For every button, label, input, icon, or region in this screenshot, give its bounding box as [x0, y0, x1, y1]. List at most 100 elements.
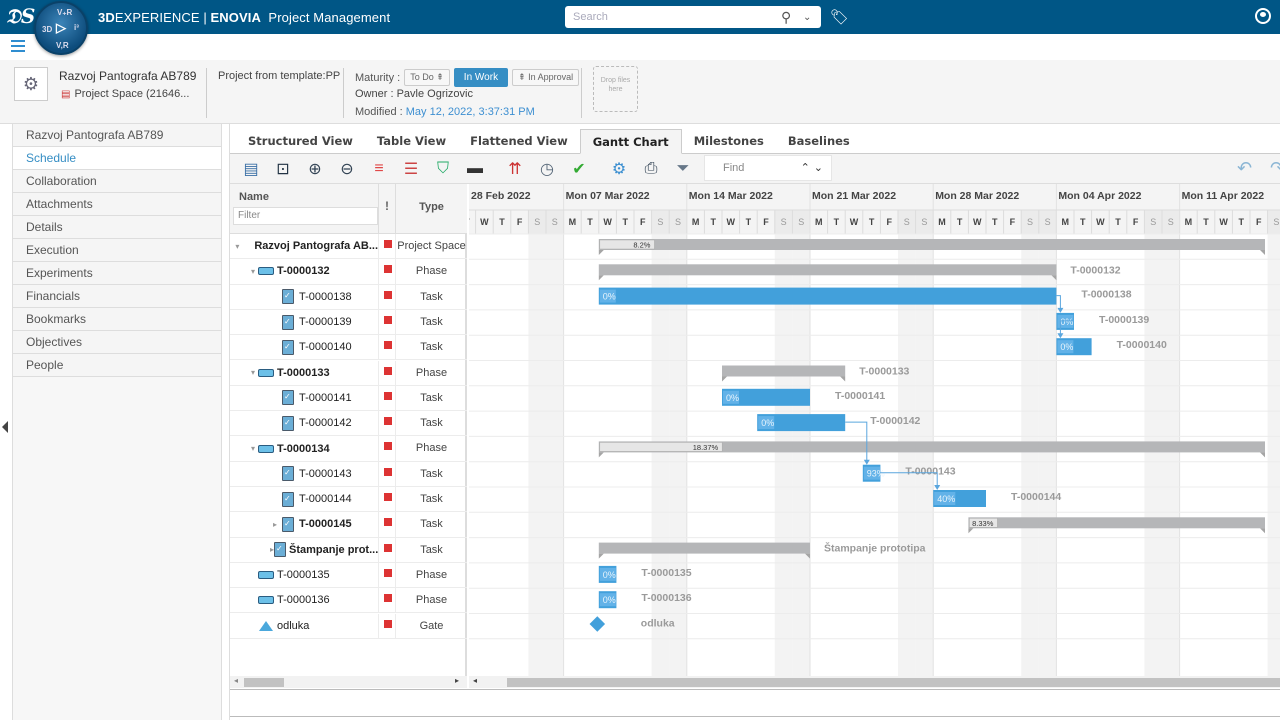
maturity-next-button[interactable]: ⇞ In Approval [512, 69, 580, 86]
row-name[interactable]: T-0000142 [299, 417, 352, 429]
gantt-bar-summary: 8.33% [968, 517, 1265, 534]
settings-icon[interactable]: ⚙ [608, 158, 630, 180]
row-name[interactable]: T-0000140 [299, 341, 352, 353]
find-nav-arrows[interactable]: ⌃⌄ [801, 156, 827, 180]
table-row[interactable]: ▾ T-0000133 Phase [230, 360, 467, 386]
table-row[interactable]: ▸ T-0000145 Task [230, 512, 467, 538]
edit-icon[interactable]: ▤ [240, 158, 262, 180]
row-name[interactable]: T-0000138 [299, 291, 352, 303]
row-name[interactable]: T-0000141 [299, 392, 352, 404]
maturity-current-button[interactable]: In Work [453, 68, 509, 87]
table-row[interactable]: ▾ Razvoj Pantografa AB... Project Space [230, 234, 467, 260]
day-letter: S [798, 217, 804, 227]
sidebar-item-experiments[interactable]: Experiments [13, 262, 221, 285]
tag-icon[interactable]: 🏷︎ [830, 8, 849, 26]
maturity-prev-button[interactable]: To Do ⇞ [404, 69, 450, 86]
table-row[interactable]: ▸Štampanje prot... Task [230, 537, 467, 563]
day-letter: S [781, 217, 787, 227]
dassault-logo-icon[interactable]: 𝔇S [6, 4, 35, 28]
zoom-out-icon[interactable]: ⊖ [336, 158, 358, 180]
table-row[interactable]: T-0000140 Task [230, 335, 467, 361]
column-header-type[interactable]: Type [396, 184, 467, 234]
file-drop-zone[interactable]: Drop files here [593, 66, 638, 112]
collapse-row-icon[interactable]: ▾ [248, 267, 258, 276]
flag-cell [378, 613, 396, 638]
sidebar-item-schedule[interactable]: Schedule [13, 147, 221, 170]
row-name[interactable]: T-0000145 [299, 518, 352, 530]
find-input[interactable]: Find ⌃⌄ [704, 155, 832, 181]
column-header-name[interactable]: Name [239, 191, 269, 203]
table-row[interactable]: T-0000135 Phase [230, 562, 467, 589]
compass-icon[interactable]: V₊R 3D ▷ i³ V,R [34, 1, 88, 55]
table-row[interactable]: T-0000138 Task [230, 284, 467, 310]
row-name[interactable]: Razvoj Pantografa AB... [254, 240, 378, 252]
row-name[interactable]: T-0000136 [277, 594, 330, 606]
grid-horizontal-scrollbar[interactable]: ◂ ▸ [230, 676, 467, 688]
tab-flattened-view[interactable]: Flattened View [458, 129, 580, 154]
table-row[interactable]: odluka Gate [230, 613, 467, 639]
search-icon[interactable]: ⚲ [781, 9, 803, 26]
sidebar-item-razvoj-pantografa-ab789[interactable]: Razvoj Pantografa AB789 [13, 124, 221, 147]
row-name[interactable]: T-0000133 [277, 367, 330, 379]
table-row[interactable]: T-0000142 Task [230, 411, 467, 437]
day-letter: T [957, 217, 963, 227]
hide-baseline-icon[interactable]: ▬ [464, 158, 486, 180]
approve-tasks-icon[interactable]: ✔ [568, 158, 590, 180]
sidebar-item-people[interactable]: People [13, 354, 221, 377]
row-name[interactable]: T-0000132 [277, 265, 330, 277]
table-row[interactable]: T-0000144 Task [230, 487, 467, 513]
table-row[interactable]: T-0000141 Task [230, 385, 467, 412]
row-name[interactable]: T-0000139 [299, 316, 352, 328]
collapse-row-icon[interactable]: ▾ [234, 242, 241, 251]
sidebar-item-execution[interactable]: Execution [13, 239, 221, 262]
menu-icon[interactable] [11, 40, 25, 54]
redo-icon[interactable]: ↷ [1270, 158, 1280, 179]
collapse-sidebar-icon[interactable] [2, 421, 8, 433]
gantt-horizontal-scrollbar[interactable]: ◂ [469, 676, 1280, 688]
show-baseline-icon[interactable]: ⛉ [432, 158, 454, 180]
tab-structured-view[interactable]: Structured View [230, 129, 365, 154]
sidebar-item-attachments[interactable]: Attachments [13, 193, 221, 216]
tab-baselines[interactable]: Baselines [776, 129, 862, 154]
table-row[interactable]: ▾ T-0000132 Phase [230, 259, 467, 285]
zoom-in-icon[interactable]: ⊕ [304, 158, 326, 180]
tab-milestones[interactable]: Milestones [682, 129, 776, 154]
chevron-down-icon[interactable]: ⌄ [803, 12, 821, 23]
table-row[interactable]: T-0000143 Task [230, 461, 467, 487]
sidebar-item-objectives[interactable]: Objectives [13, 331, 221, 354]
tab-gantt-chart[interactable]: Gantt Chart [579, 129, 682, 154]
wbs-report-icon[interactable]: ☰ [400, 158, 422, 180]
table-row[interactable]: T-0000136 Phase [230, 588, 467, 614]
undo-icon[interactable]: ↶ [1237, 158, 1252, 179]
sidebar-item-bookmarks[interactable]: Bookmarks [13, 308, 221, 331]
row-name[interactable]: odluka [277, 620, 309, 632]
table-row[interactable]: ▾ T-0000134 Phase [230, 436, 467, 462]
scrollbar-thumb[interactable] [244, 678, 284, 687]
week-label: 28 Feb 2022 [471, 190, 531, 202]
filter-input[interactable]: Filter [233, 207, 378, 225]
table-row[interactable]: T-0000139 Task [230, 309, 467, 336]
sidebar-item-collaboration[interactable]: Collaboration [13, 170, 221, 193]
column-header-flag[interactable]: ! [378, 184, 396, 234]
row-name[interactable]: Štampanje prot... [289, 544, 378, 556]
sidebar-item-details[interactable]: Details [13, 216, 221, 239]
collapse-row-icon[interactable]: ▾ [248, 444, 258, 453]
row-name[interactable]: T-0000144 [299, 493, 352, 505]
filter-icon[interactable]: ⏷ [672, 158, 694, 180]
row-name[interactable]: T-0000135 [277, 569, 330, 581]
critical-path-icon[interactable]: ≡ [368, 158, 390, 180]
search-input[interactable]: Search [573, 11, 781, 23]
move-up-icon[interactable]: ⇈ [504, 158, 526, 180]
expand-row-icon[interactable]: ▸ [270, 520, 280, 529]
schedule-clock-icon[interactable]: ◷ [536, 158, 558, 180]
search-field[interactable]: Search ⚲ ⌄ [565, 6, 821, 28]
scrollbar-thumb[interactable] [507, 678, 1280, 687]
tab-table-view[interactable]: Table View [365, 129, 458, 154]
fit-to-screen-icon[interactable]: ⊡ [272, 158, 294, 180]
collapse-row-icon[interactable]: ▾ [248, 368, 258, 377]
user-profile-icon[interactable] [1255, 8, 1271, 24]
row-name[interactable]: T-0000143 [299, 468, 352, 480]
sidebar-item-financials[interactable]: Financials [13, 285, 221, 308]
row-name[interactable]: T-0000134 [277, 443, 330, 455]
print-icon[interactable]: ⎙ [640, 158, 662, 180]
